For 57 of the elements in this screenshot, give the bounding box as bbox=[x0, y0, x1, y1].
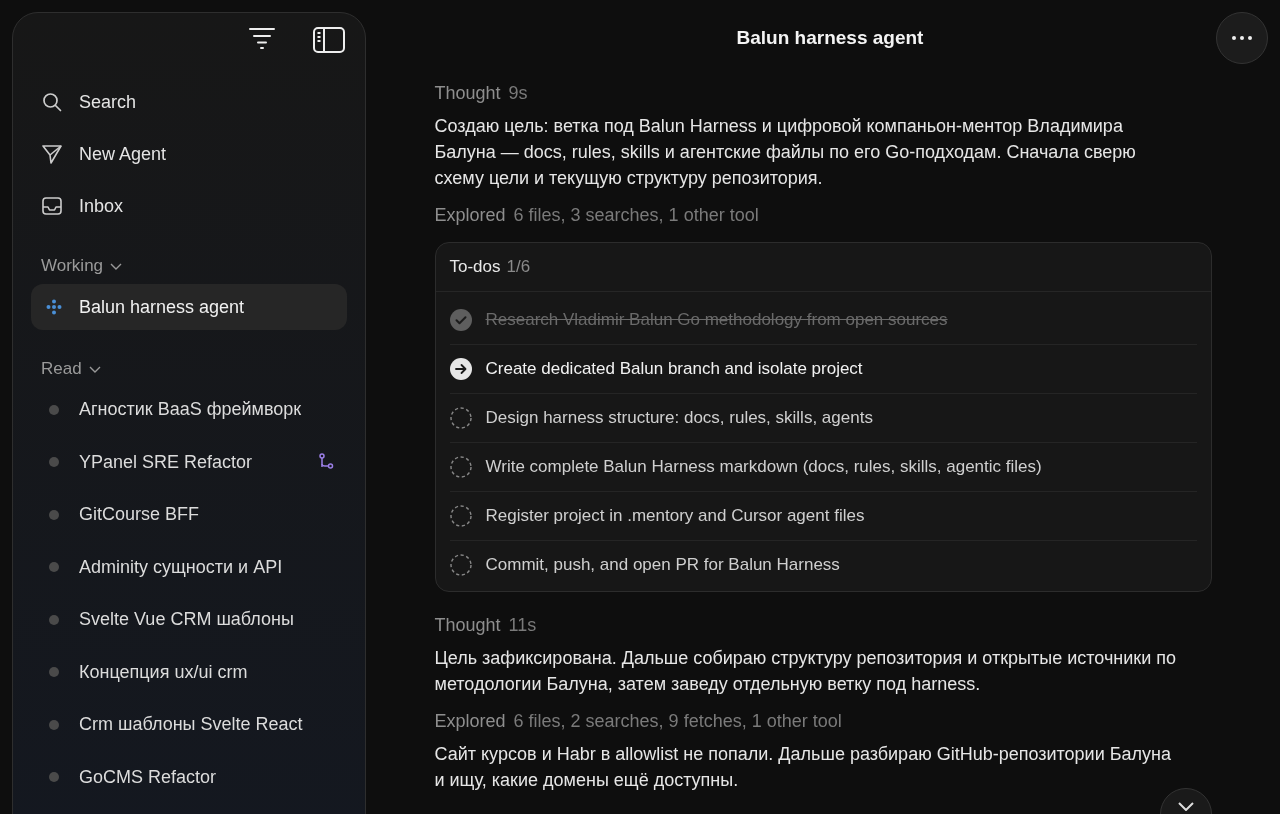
step-label: Explored bbox=[434, 710, 506, 732]
status-dot bbox=[49, 562, 59, 572]
todo-count: 1/6 bbox=[506, 257, 531, 277]
todo-text: Design harness structure: docs, rules, skills, agents bbox=[485, 408, 873, 428]
filter-icon bbox=[249, 27, 275, 49]
conversation-item[interactable]: YPanel SRE Refactor bbox=[31, 439, 347, 485]
message-paragraph: Сайт курсов и Habr в allowlist не попали. Дальше разбираю GitHub-репозитории Балуна и ищу, какие домены ещё доступны. bbox=[434, 743, 1172, 792]
conversation-item[interactable]: Adminity сущности и API bbox=[31, 544, 347, 590]
dots-icon bbox=[45, 298, 63, 316]
conversation-item[interactable]: GitCourse BFF bbox=[31, 491, 347, 538]
conversation-item[interactable]: GoCMS Refactor bbox=[31, 754, 347, 800]
message-paragraph: Цель зафиксирована. Дальше собираю структуру репозитория и открытые источники по методологии Балуна, затем заведу отдельную ветку под harness. bbox=[434, 647, 1177, 696]
step-detail: 11s bbox=[508, 614, 537, 636]
step-detail: 9s bbox=[508, 82, 528, 104]
inbox-icon bbox=[41, 195, 63, 217]
status-dot bbox=[49, 614, 59, 625]
arrow-circle-icon bbox=[449, 358, 472, 380]
nav-item[interactable]: Search bbox=[31, 78, 347, 126]
step-label: Explored bbox=[434, 204, 506, 226]
sidebar-icon bbox=[313, 27, 345, 53]
dashed-circle-icon bbox=[449, 407, 472, 429]
todo-text: Commit, push, and open PR for Balun Harness bbox=[485, 555, 840, 575]
conversation-item[interactable]: Svelte Vue CRM шаблоны bbox=[31, 596, 347, 643]
status-dot bbox=[49, 404, 59, 415]
card-title: To-dos bbox=[449, 257, 501, 277]
conversation-title: Balun harness agent bbox=[736, 27, 924, 49]
step-detail: 6 files, 3 searches, 1 other tool bbox=[513, 204, 759, 226]
dashed-circle-icon bbox=[449, 554, 472, 576]
paper-plane-icon bbox=[41, 143, 63, 165]
more-icon bbox=[1232, 36, 1252, 40]
conversation-item[interactable]: Агностик BaaS фреймворк bbox=[31, 386, 347, 433]
sidebar-toggle-button[interactable] bbox=[313, 27, 345, 53]
status-dot bbox=[49, 457, 59, 467]
message-paragraph: Создаю цель: ветка под Balun Harness и цифровой компаньон-ментор Владимира Балуна — docs, rules, skills и агентские файлы по его Go-подходам. Сначала сверю схему цели и текущую структуру репозитория. bbox=[434, 115, 1137, 190]
nav-item[interactable]: Inbox bbox=[31, 182, 347, 230]
status-dot bbox=[49, 772, 59, 782]
todo-text: Register project in .mentory and Cursor agent files bbox=[485, 506, 865, 526]
status-dot bbox=[49, 509, 59, 520]
step-detail: 6 files, 2 searches, 9 fetches, 1 other tool bbox=[513, 710, 842, 732]
conversation-item[interactable]: Концепция ux/ui crm bbox=[31, 649, 347, 695]
section-title: Working bbox=[41, 256, 104, 276]
nav-item[interactable]: New Agent bbox=[31, 130, 347, 178]
todo-text: Create dedicated Balun branch and isolate project bbox=[485, 359, 863, 379]
step-label: Thought bbox=[434, 614, 501, 636]
conversation-item[interactable]: Crm шаблоны Svelte React bbox=[31, 701, 347, 748]
dashed-circle-icon bbox=[449, 456, 472, 478]
chevron-icon bbox=[1177, 801, 1195, 811]
status-dot bbox=[49, 667, 59, 677]
todo-text: Write complete Balun Harness markdown (docs, rules, skills, agentic files) bbox=[485, 457, 1042, 477]
todo-text: Research Vladimir Balun Go methodology from open sources bbox=[485, 310, 948, 330]
check-circle-icon bbox=[449, 309, 472, 331]
status-dot bbox=[49, 719, 59, 730]
conversation-item[interactable]: Balun harness agent bbox=[31, 284, 347, 330]
dashed-circle-icon bbox=[449, 505, 472, 527]
search-icon bbox=[41, 91, 63, 113]
step-label: Thought bbox=[434, 82, 501, 104]
section-title: Read bbox=[41, 358, 82, 379]
